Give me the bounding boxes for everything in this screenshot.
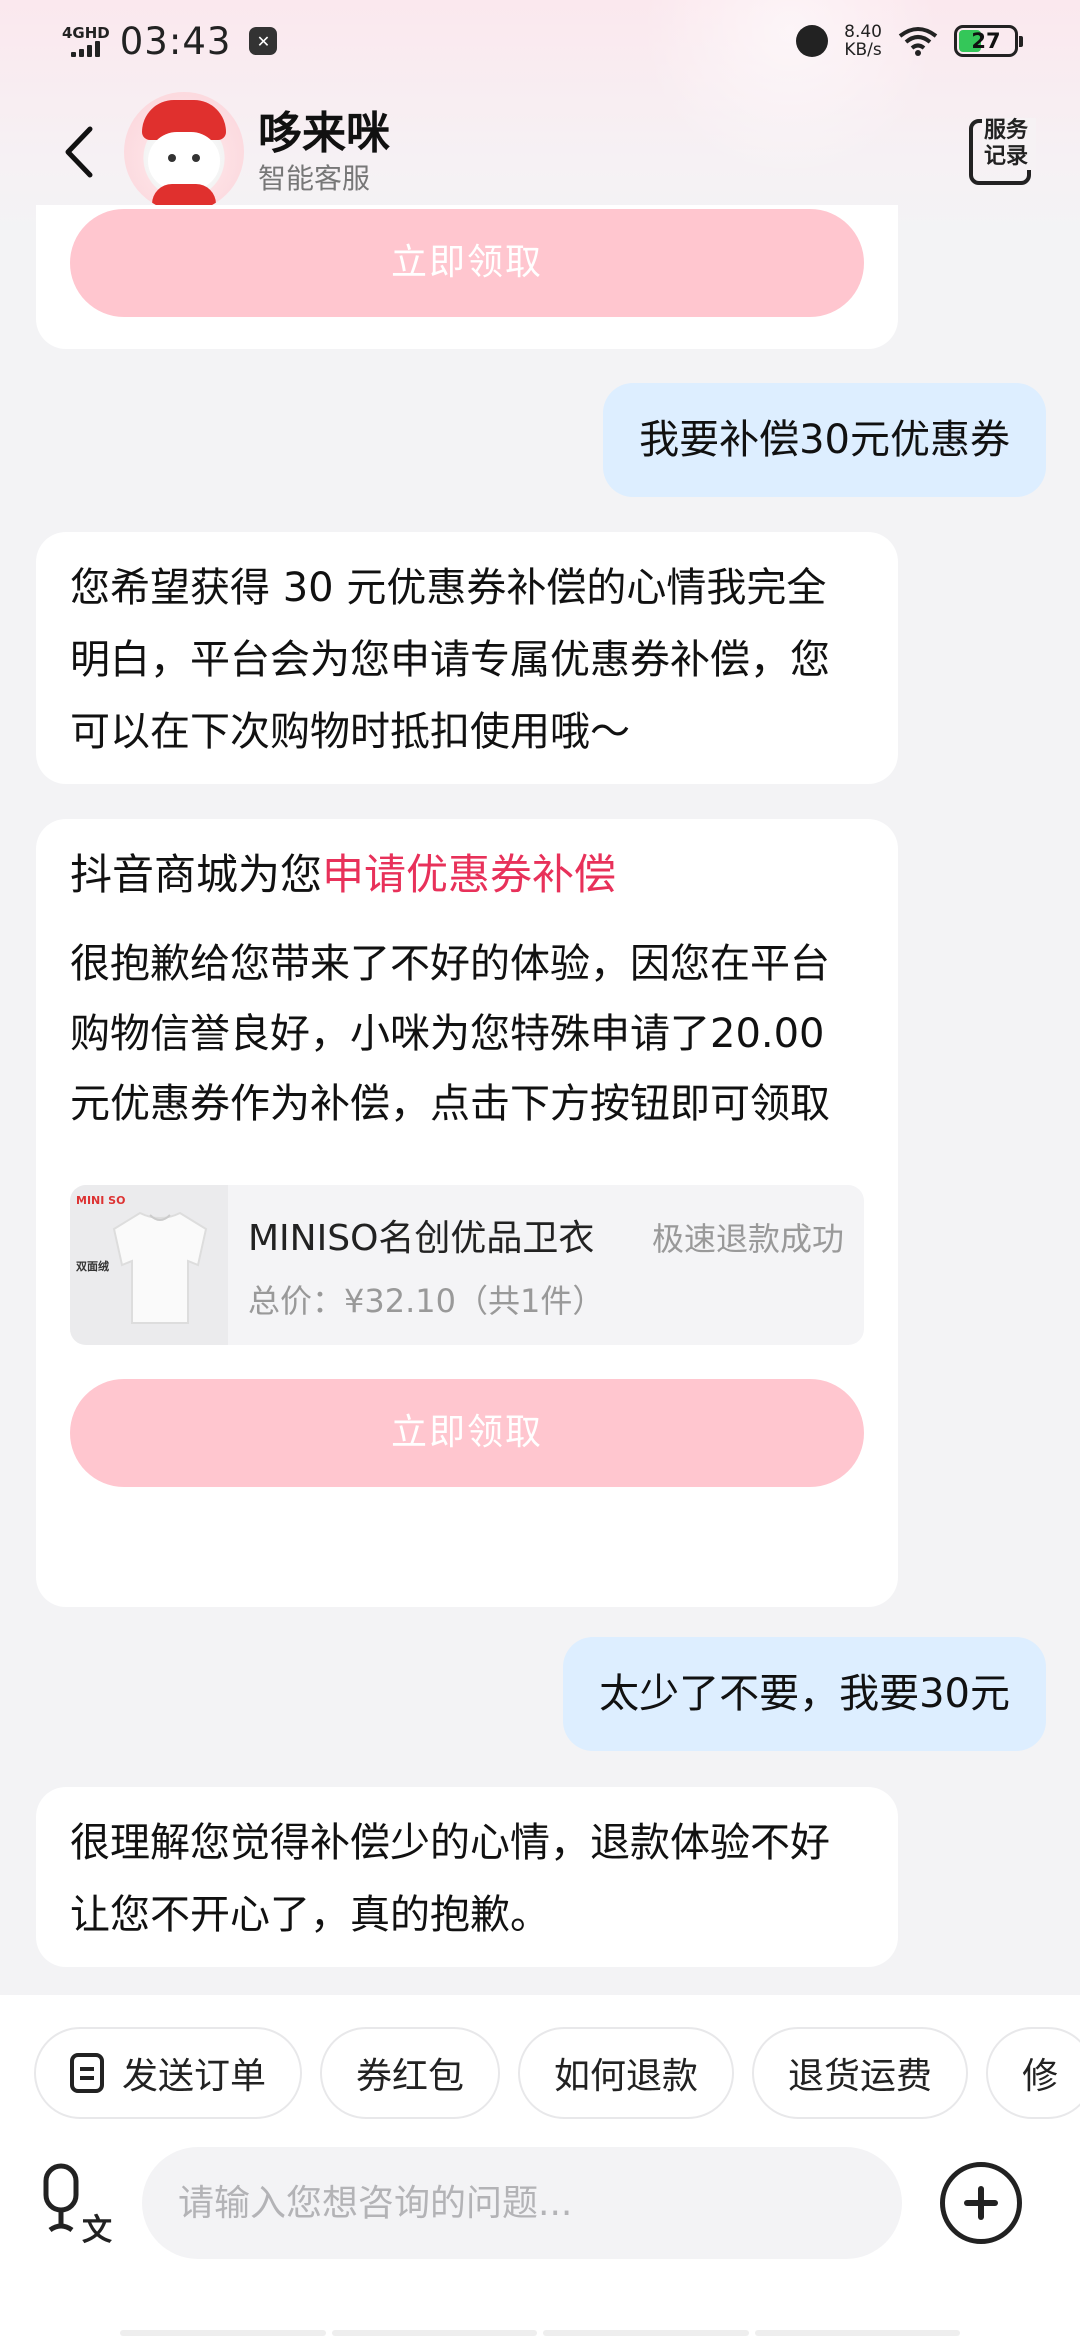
network-indicator: 4GHD: [62, 25, 110, 57]
service-record-button[interactable]: 服务记录: [960, 112, 1040, 192]
quick-action-more[interactable]: 修: [986, 2027, 1080, 2119]
battery-icon: 27: [954, 25, 1023, 57]
network-label: 4GHD: [62, 24, 110, 42]
composer: 发送订单 券红包 如何退款 退货运费 修 文: [0, 1995, 1080, 2340]
speed-unit: KB/s: [844, 40, 882, 60]
voice-to-text-button[interactable]: 文: [38, 2158, 118, 2248]
alarm-icon: [796, 25, 829, 57]
chat-screen: 4GHD 03:43 ✕ 8.40 KB/s 27 哆来咪 智能客服 服务记录 …: [0, 0, 1080, 2340]
message-list[interactable]: 立即领取 我要补偿30元优惠券 您希望获得 30 元优惠券补偿的心情我完全明白，…: [0, 205, 1080, 1995]
claim-button[interactable]: 立即领取: [70, 1379, 864, 1487]
battery-percent: 27: [971, 29, 1001, 53]
chip-label: 发送订单: [122, 2056, 267, 2097]
message-text: 您希望获得 30 元优惠券补偿的心情我完全明白，平台会为您申请专属优惠券补偿，您…: [70, 565, 830, 755]
avatar[interactable]: [124, 92, 244, 212]
clock: 03:43: [119, 19, 232, 63]
app-notification-icon: ✕: [249, 27, 278, 55]
chip-label: 退货运费: [788, 2056, 933, 2097]
speed-value: 8.40: [844, 22, 882, 42]
user-message: 我要补偿30元优惠券: [603, 383, 1046, 497]
service-record-label: 服务记录: [982, 118, 1036, 170]
bot-message: 很理解您觉得补偿少的心情，退款体验不好让您不开心了，真的抱歉。: [36, 1787, 898, 1967]
card-body: 很抱歉给您带来了不好的体验，因您在平台购物信誉良好，小咪为您特殊申请了20.00…: [70, 941, 830, 1127]
status-bar: 4GHD 03:43 ✕ 8.40 KB/s 27: [0, 0, 1080, 82]
voice-text-icon: 文: [43, 2163, 112, 2248]
document-icon: [70, 2053, 104, 2093]
quick-action-how-to-refund[interactable]: 如何退款: [518, 2027, 735, 2119]
input-row: 文: [0, 2143, 1080, 2263]
svg-text:文: 文: [82, 2213, 112, 2248]
thumbnail-text: 双面绒: [76, 1260, 109, 1273]
chip-label: 修: [1022, 2056, 1059, 2097]
chip-label: 如何退款: [554, 2056, 699, 2097]
quick-actions: 发送订单 券红包 如何退款 退货运费 修: [0, 2027, 1080, 2119]
more-options-button[interactable]: [940, 2162, 1022, 2244]
refund-status: 极速退款成功: [651, 1220, 844, 1258]
quick-action-return-shipping[interactable]: 退货运费: [752, 2027, 969, 2119]
product-thumbnail: MINI SO 双面绒: [70, 1185, 228, 1345]
page-title: 哆来咪: [258, 108, 390, 159]
product-name: MINISO名创优品卫衣: [248, 1218, 595, 1259]
chat-header: 哆来咪 智能客服 服务记录: [0, 92, 1080, 212]
card-title-prefix: 抖音商城为您: [70, 850, 323, 899]
signal-icon: [71, 41, 101, 57]
bot-message: 您希望获得 30 元优惠券补偿的心情我完全明白，平台会为您申请专属优惠券补偿，您…: [36, 532, 898, 784]
message-text: 我要补偿30元优惠券: [639, 417, 1010, 463]
user-message: 太少了不要，我要30元: [563, 1637, 1046, 1751]
coupon-card-previous: 立即领取: [36, 205, 898, 349]
card-title-highlight: 申请优惠券补偿: [322, 850, 617, 899]
message-input[interactable]: [142, 2147, 902, 2259]
chevron-left-icon: [65, 126, 93, 178]
card-title: 抖音商城为您申请优惠券补偿: [70, 839, 864, 911]
message-text: 太少了不要，我要30元: [599, 1671, 1010, 1717]
quick-action-coupons[interactable]: 券红包: [320, 2027, 501, 2119]
sweatshirt-icon: [112, 1211, 208, 1324]
back-button[interactable]: [44, 112, 114, 192]
coupon-card: 抖音商城为您申请优惠券补偿 很抱歉给您带来了不好的体验，因您在平台购物信誉良好，…: [36, 819, 898, 1607]
message-text: 很理解您觉得补偿少的心情，退款体验不好让您不开心了，真的抱歉。: [70, 1820, 830, 1938]
order-total: 总价：¥32.10（共1件）: [248, 1282, 605, 1320]
quick-action-send-order[interactable]: 发送订单: [34, 2027, 303, 2119]
wifi-icon: [898, 27, 938, 56]
chip-label: 券红包: [356, 2056, 465, 2097]
order-summary[interactable]: MINI SO 双面绒 MINISO名创优品卫衣 极速退款成功 总价：¥32.1…: [70, 1185, 864, 1345]
bottom-strip: [120, 2330, 960, 2336]
page-subtitle: 智能客服: [258, 162, 371, 195]
claim-button-previous[interactable]: 立即领取: [70, 209, 864, 317]
network-speed: 8.40 KB/s: [844, 23, 882, 59]
